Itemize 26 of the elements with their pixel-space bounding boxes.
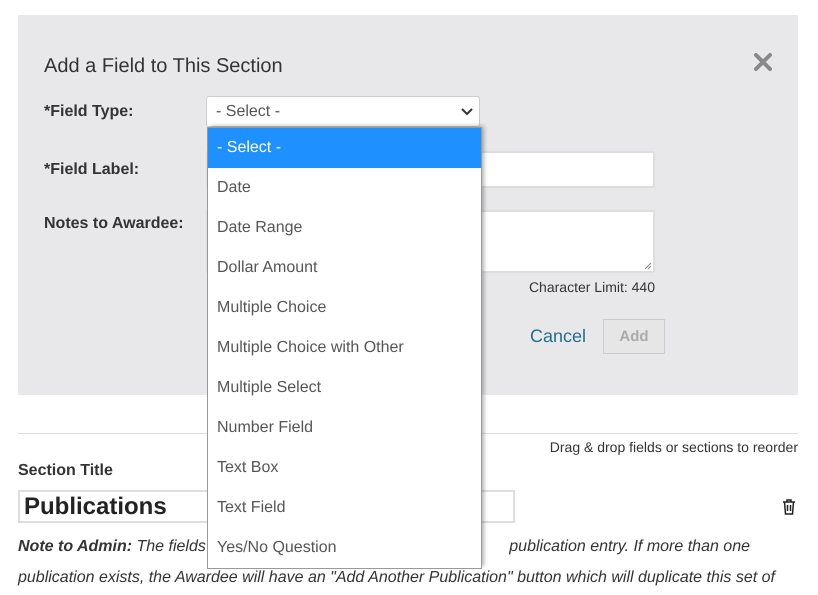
dropdown-option[interactable]: Multiple Choice bbox=[208, 288, 481, 328]
dropdown-option[interactable]: Dollar Amount bbox=[208, 248, 481, 288]
dropdown-option[interactable]: Yes/No Question bbox=[208, 528, 481, 568]
dropdown-option[interactable]: Date Range bbox=[208, 208, 481, 248]
field-label: *Field Label: bbox=[44, 160, 140, 178]
dropdown-option[interactable]: Date bbox=[208, 168, 481, 208]
section-title-label: Section Title bbox=[18, 462, 113, 479]
dropdown-option[interactable]: Number Field bbox=[208, 408, 481, 448]
reorder-hint: Drag & drop fields or sections to reorder bbox=[550, 439, 798, 455]
note-text: publication entry. If more than one bbox=[509, 537, 750, 557]
chevron-icon bbox=[461, 108, 473, 116]
dialog-title: Add a Field to This Section bbox=[44, 55, 283, 78]
note-text: publication exists, the Awardee will have an "Add Another Publication" button which will duplicate this set of bbox=[18, 568, 775, 588]
note-text: Note to Admin: The fields bbox=[18, 537, 206, 557]
character-limit: Character Limit: 440 bbox=[528, 279, 655, 295]
trash-icon[interactable] bbox=[782, 498, 796, 514]
dropdown-option[interactable]: Multiple Select bbox=[208, 368, 481, 408]
dropdown-option[interactable]: Text Box bbox=[208, 448, 481, 488]
cancel-link[interactable]: Cancel bbox=[530, 326, 586, 347]
dropdown-option[interactable]: Multiple Choice with Other bbox=[208, 328, 481, 368]
field-label: Notes to Awardee: bbox=[44, 214, 185, 233]
field-type-select[interactable]: - Select - bbox=[206, 96, 480, 127]
close-icon[interactable] bbox=[754, 53, 772, 71]
resize-grip-icon[interactable] bbox=[643, 261, 652, 270]
dropdown-option[interactable]: Text Field bbox=[208, 488, 481, 528]
field-label: *Field Type: bbox=[44, 102, 134, 120]
